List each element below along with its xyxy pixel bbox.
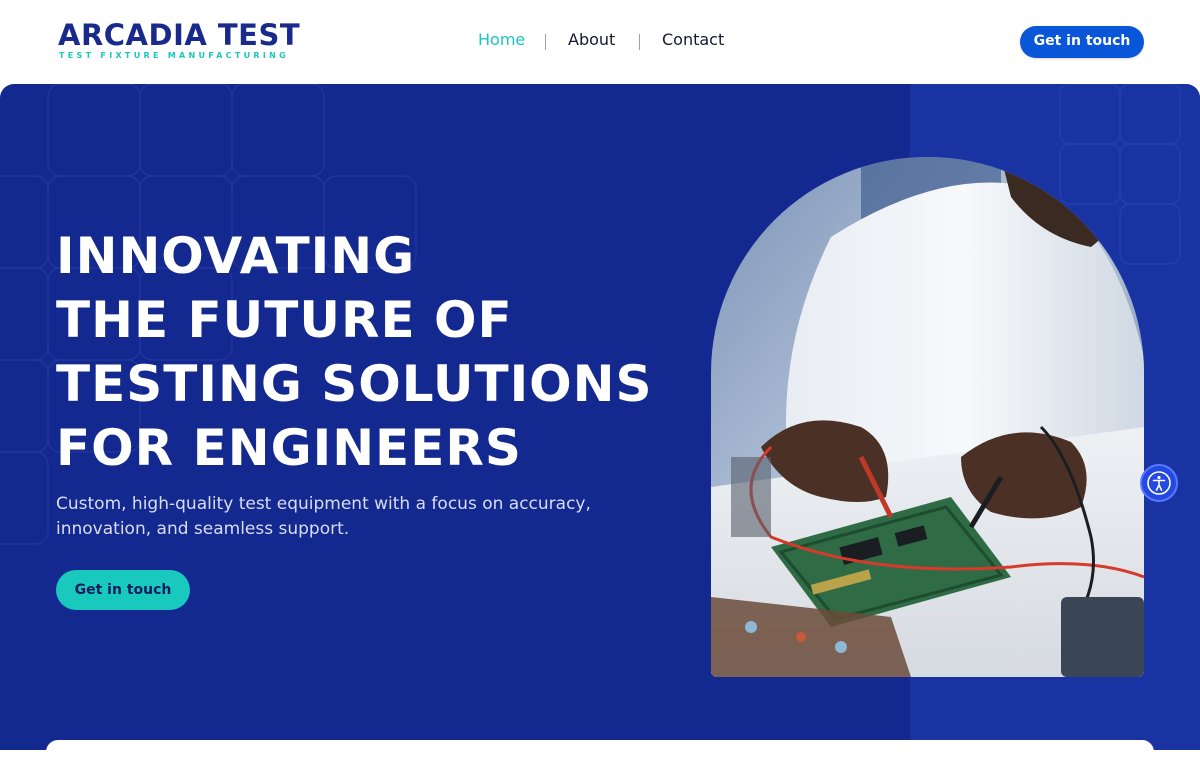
site-header: ARCADIA TEST TEST FIXTURE MANUFACTURING …	[0, 0, 1200, 84]
hero-photo-engineer-testing-board	[711, 157, 1144, 677]
hero-subtitle: Custom, high-quality test equipment with…	[56, 494, 591, 539]
logo-tagline: TEST FIXTURE MANUFACTURING	[59, 51, 290, 60]
hero-headline-line: INNOVATING	[56, 227, 416, 285]
next-section-card	[46, 740, 1154, 760]
hero-headline-line: TESTING SOLUTIONS	[56, 355, 653, 413]
nav-item-home[interactable]: Home	[478, 28, 525, 52]
hero-headline-line: FOR ENGINEERS	[56, 419, 522, 477]
engineer-photo-illustration	[711, 157, 1144, 677]
nav-divider	[639, 34, 640, 50]
brand-logo[interactable]: ARCADIA TEST TEST FIXTURE MANUFACTURING	[58, 18, 318, 64]
hero-headline: INNOVATING THE FUTURE OF TESTING SOLUTIO…	[56, 224, 696, 480]
nav-item-about[interactable]: About	[568, 28, 615, 52]
hero-headline-line: THE FUTURE OF	[56, 291, 513, 349]
nav-item-contact[interactable]: Contact	[662, 28, 724, 52]
nav-divider	[545, 34, 546, 50]
logo-wordmark: ARCADIA TEST	[58, 18, 301, 52]
accessibility-button[interactable]	[1140, 464, 1178, 502]
hero-section: INNOVATING THE FUTURE OF TESTING SOLUTIO…	[0, 84, 1200, 750]
accessibility-icon	[1147, 471, 1171, 495]
hero-get-in-touch-button[interactable]: Get in touch	[56, 570, 190, 610]
header-get-in-touch-button[interactable]: Get in touch	[1020, 26, 1144, 58]
